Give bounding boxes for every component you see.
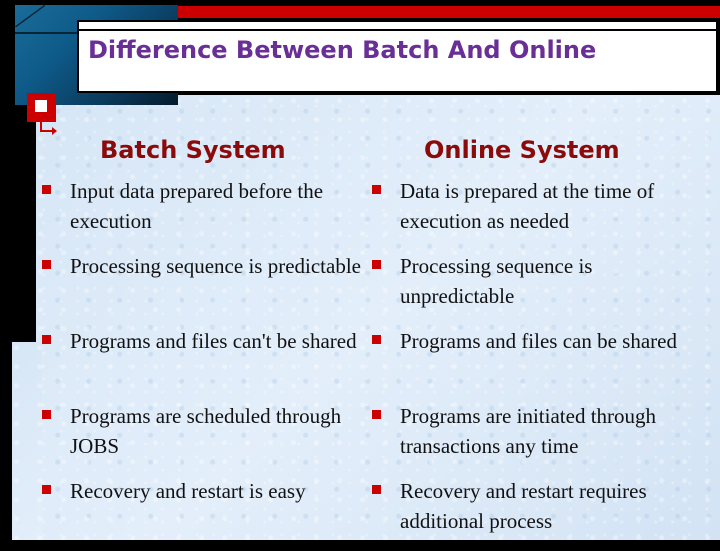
square-bullet-icon [372,485,381,494]
list-item: Processing sequence is unpredictable [366,251,711,326]
square-bullet-icon [42,410,51,419]
list-item-text: Programs and files can be shared [400,329,677,353]
list-item: Programs are scheduled through JOBS [36,401,366,476]
square-bullet-icon [372,410,381,419]
list-item-text: Data is prepared at the time of executio… [400,179,655,233]
online-system-heading: Online System [424,136,620,164]
list-item: Programs and files can be shared [366,326,711,401]
slide-title: Difference Between Batch And Online [88,36,597,64]
list-item-text: Programs are initiated through transacti… [400,404,657,458]
list-item-text: Programs are scheduled through JOBS [70,404,342,458]
decorative-red-bar [178,6,720,18]
square-bullet-icon [372,260,381,269]
list-item-text: Recovery and restart is easy [70,479,306,503]
list-item-text: Processing sequence is predictable [70,254,361,278]
square-bullet-icon [42,485,51,494]
square-bullet-icon [42,260,51,269]
square-bullet-icon [372,185,381,194]
square-bullet-icon [42,335,51,344]
list-item-text: Recovery and restart requires additional… [400,479,647,533]
list-item: Programs and files can't be shared [36,326,366,401]
square-bullet-icon [42,185,51,194]
list-item-text: Programs and files can't be shared [70,329,357,353]
elbow-arrow-icon [40,122,57,135]
red-square-marker-icon [27,93,56,122]
online-system-list: Data is prepared at the time of executio… [366,176,711,551]
list-item: Data is prepared at the time of executio… [366,176,711,251]
title-box: Difference Between Batch And Online [77,20,718,93]
batch-system-heading: Batch System [100,136,286,164]
list-item: Programs are initiated through transacti… [366,401,711,476]
marker-center [35,100,47,112]
list-item: Input data prepared before the execution [36,176,366,251]
list-item: Processing sequence is predictable [36,251,366,326]
square-bullet-icon [372,335,381,344]
title-box-rule [79,29,716,31]
list-item-text: Processing sequence is unpredictable [400,254,593,308]
list-item-text: Input data prepared before the execution [70,179,324,233]
decorative-diagonal-line [15,5,45,27]
batch-system-list: Input data prepared before the execution… [36,176,366,551]
